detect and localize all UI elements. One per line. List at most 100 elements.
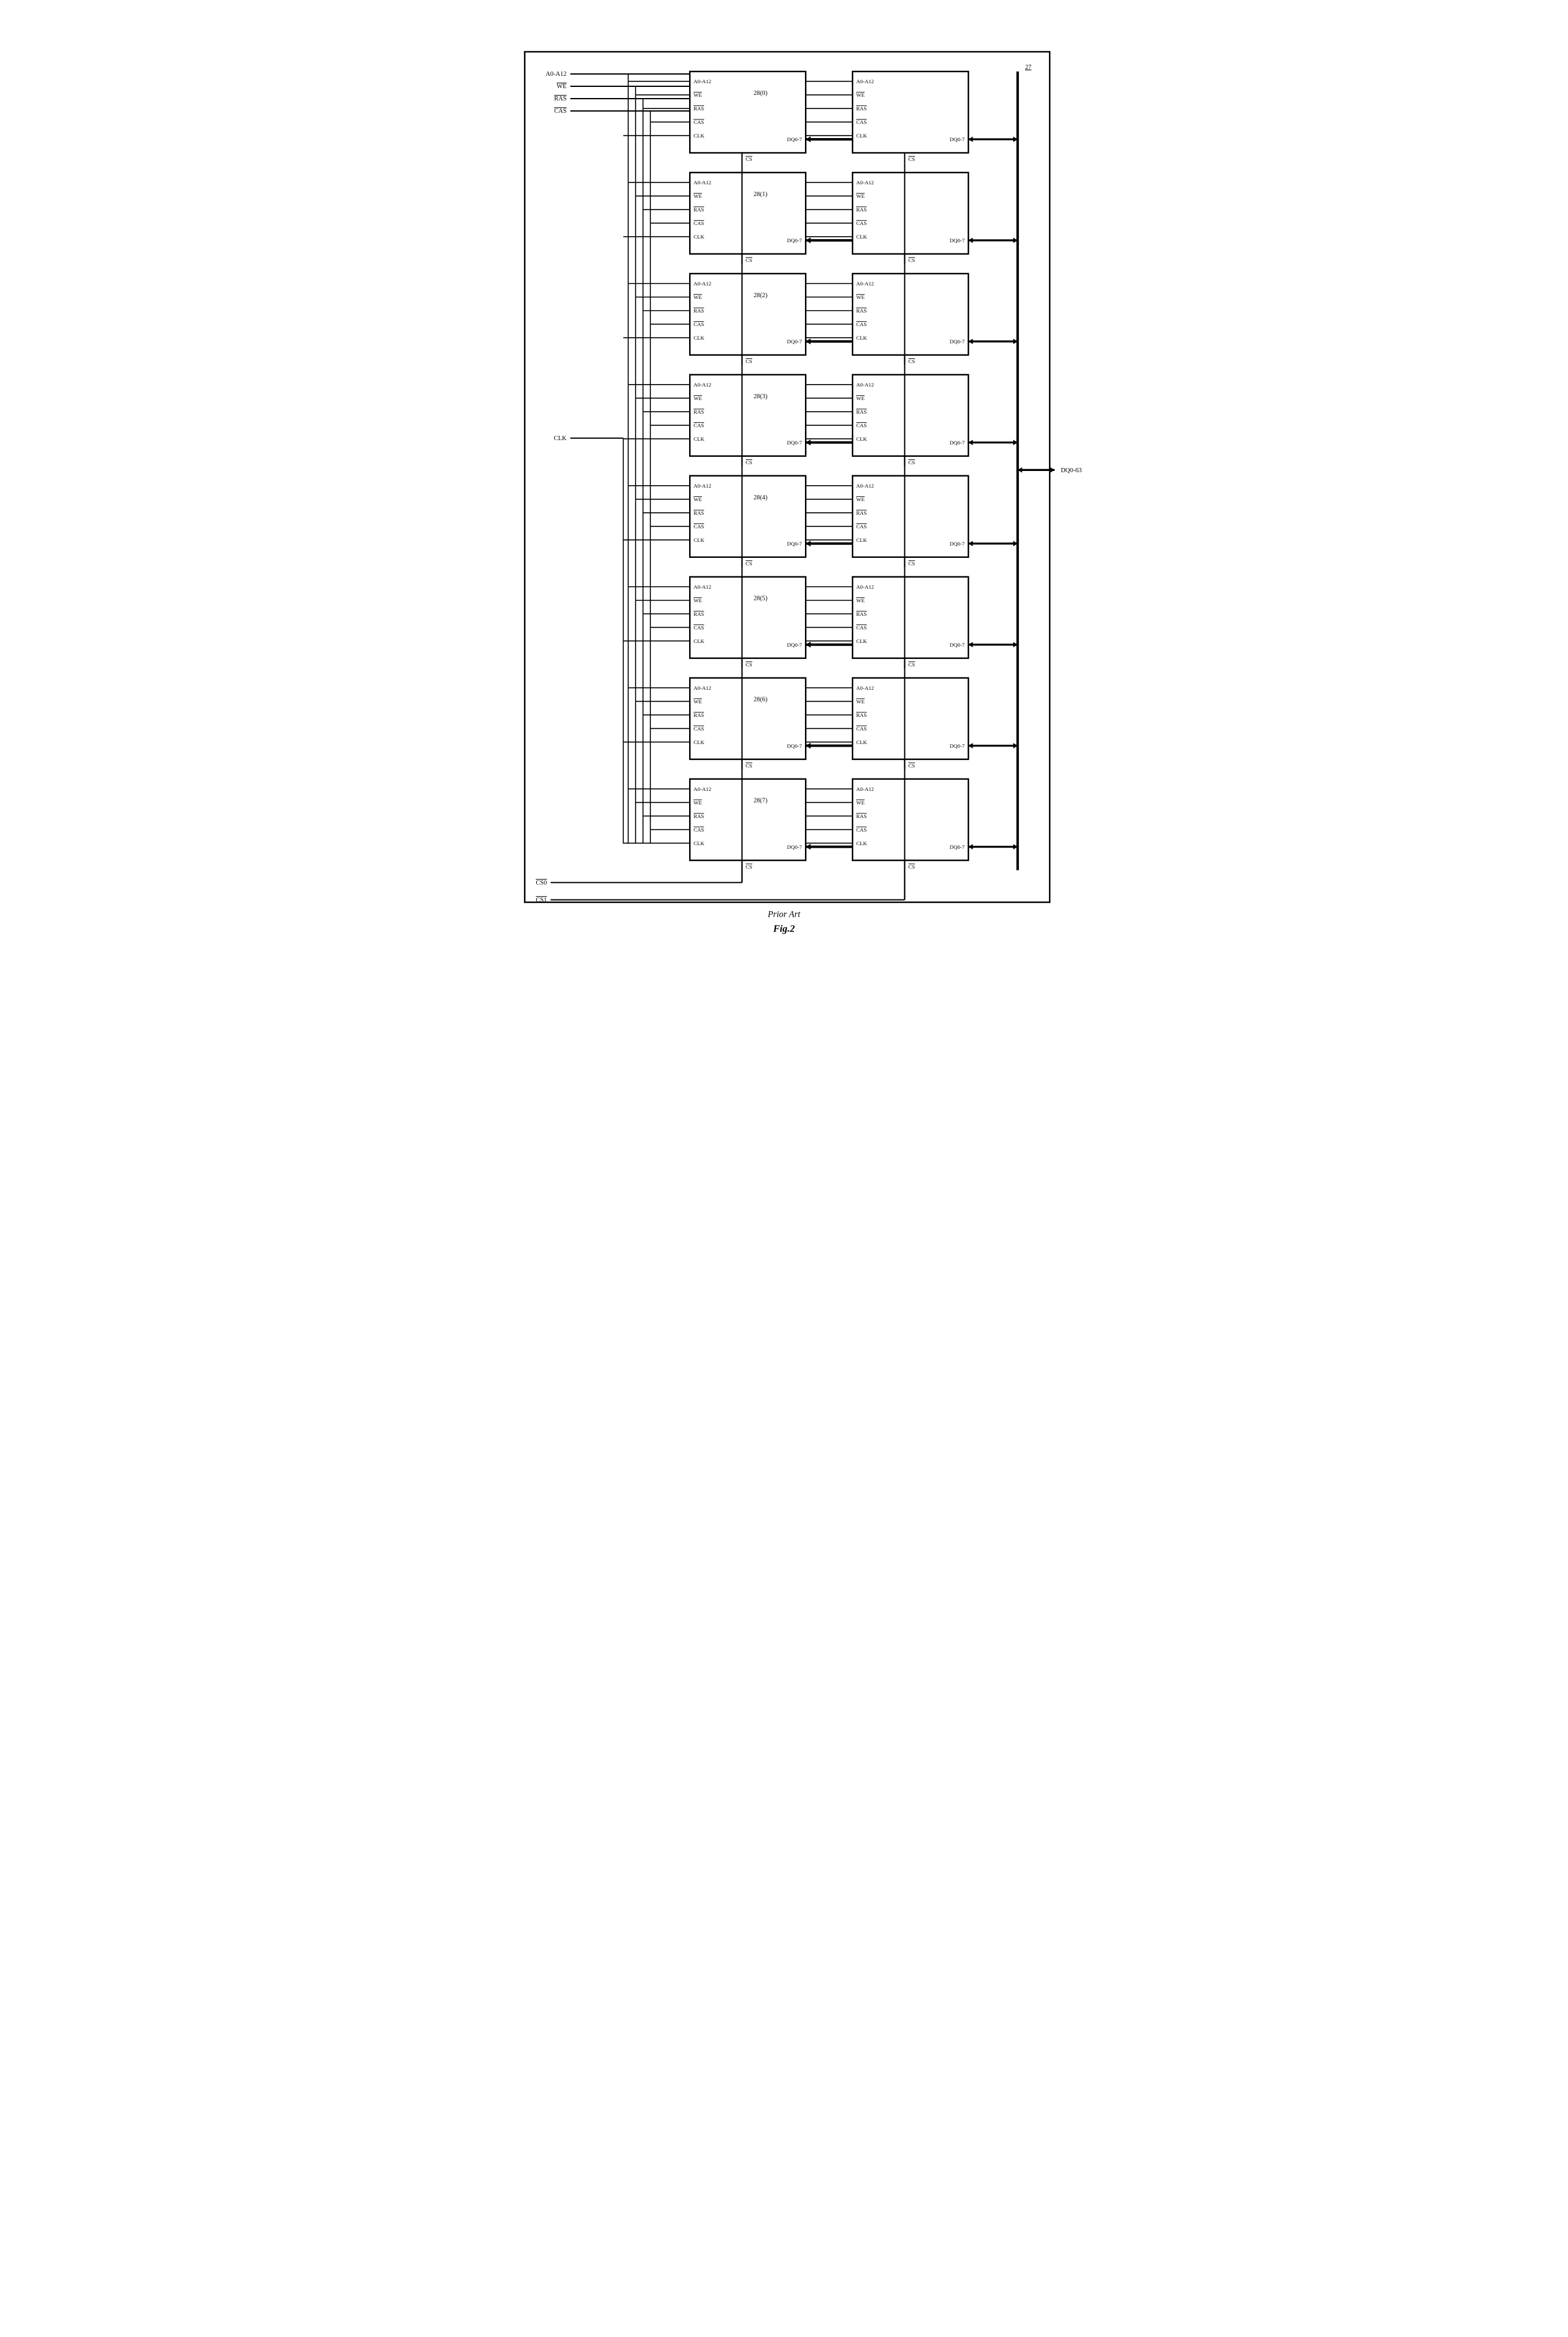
svg-text:WE: WE <box>693 496 702 502</box>
svg-text:WE: WE <box>693 597 702 604</box>
dq-label: DQ0-7 <box>787 237 802 244</box>
svg-text:WE: WE <box>856 597 865 604</box>
svg-text:WE: WE <box>856 800 865 806</box>
chip-b-0: CSA0-A12WERASCASCLKDQ0-7 <box>852 72 968 163</box>
svg-text:WE: WE <box>693 698 702 705</box>
svg-text:CLK: CLK <box>856 638 867 644</box>
svg-text:RAS: RAS <box>856 510 867 516</box>
chip-b-3: CSA0-A12WERASCASCLKDQ0-7 <box>852 375 968 466</box>
cs-label: CS <box>909 661 915 668</box>
svg-text:RAS: RAS <box>856 207 867 213</box>
svg-text:CLK: CLK <box>693 133 704 139</box>
svg-text:CAS: CAS <box>856 827 867 833</box>
svg-text:A0-A12: A0-A12 <box>856 584 874 590</box>
svg-text:CAS: CAS <box>856 119 867 125</box>
svg-text:CAS: CAS <box>693 321 704 327</box>
svg-text:RAS: RAS <box>693 105 704 112</box>
svg-text:CLK: CLK <box>693 436 704 442</box>
dq-label: DQ0-7 <box>787 440 802 446</box>
svg-text:A0-A12: A0-A12 <box>856 786 874 792</box>
svg-text:RAS: RAS <box>856 813 867 819</box>
svg-text:CLK: CLK <box>693 638 704 644</box>
svg-text:RAS: RAS <box>693 510 704 516</box>
svg-text:WE: WE <box>856 496 865 502</box>
ref-number: 27 <box>1025 64 1031 71</box>
svg-text:A0-A12: A0-A12 <box>693 584 711 590</box>
cs-label: CS <box>746 257 753 263</box>
svg-text:CLK: CLK <box>856 840 867 846</box>
svg-text:CLK: CLK <box>856 436 867 442</box>
svg-text:A0-A12: A0-A12 <box>856 78 874 84</box>
dq-label: DQ0-7 <box>787 642 802 648</box>
svg-text:A0-A12: A0-A12 <box>693 786 711 792</box>
svg-text:RAS: RAS <box>693 207 704 213</box>
svg-text:CAS: CAS <box>856 624 867 631</box>
svg-text:CAS: CAS <box>856 523 867 530</box>
dq-label: DQ0-7 <box>950 844 965 850</box>
svg-text:A0-A12: A0-A12 <box>856 685 874 691</box>
svg-text:CLK: CLK <box>856 234 867 240</box>
svg-text:RAS: RAS <box>856 712 867 718</box>
svg-text:A0-A12: A0-A12 <box>856 280 874 287</box>
chip-id: 28(3) <box>754 393 767 400</box>
cs-label: CS <box>909 560 915 567</box>
dq-label: DQ0-7 <box>787 743 802 749</box>
dq-label: DQ0-7 <box>787 136 802 142</box>
svg-text:A0-A12: A0-A12 <box>856 179 874 186</box>
svg-text:WE: WE <box>693 193 702 199</box>
svg-text:WE: WE <box>856 193 865 199</box>
dq-label: DQ0-7 <box>950 743 965 749</box>
svg-text:WE: WE <box>856 698 865 705</box>
dq-label: DQ0-7 <box>950 642 965 648</box>
svg-text:WE: WE <box>693 92 702 98</box>
dq-label: DQ0-7 <box>950 541 965 547</box>
cs-label: CS <box>909 156 915 162</box>
svg-text:A0-A12: A0-A12 <box>693 483 711 489</box>
dq-bus-label: DQ0-63 <box>1061 467 1082 474</box>
chip-b-4: CSA0-A12WERASCASCLKDQ0-7 <box>852 476 968 567</box>
svg-text:CAS: CAS <box>693 523 704 530</box>
chip-id: 28(6) <box>754 697 767 703</box>
cs-label: CS <box>909 257 915 263</box>
dq-label: DQ0-7 <box>950 440 965 446</box>
svg-text:A0-A12: A0-A12 <box>856 483 874 489</box>
svg-text:CLK: CLK <box>693 335 704 341</box>
svg-text:CAS: CAS <box>693 624 704 631</box>
ext-cs0: CS0 <box>536 880 547 886</box>
svg-text:RAS: RAS <box>693 409 704 415</box>
svg-text:RAS: RAS <box>693 712 704 718</box>
cs-label: CS <box>909 358 915 364</box>
svg-text:CAS: CAS <box>856 422 867 428</box>
svg-text:WE: WE <box>693 800 702 806</box>
cs-label: CS <box>746 459 753 465</box>
svg-text:A0-A12: A0-A12 <box>856 382 874 388</box>
cs-label: CS <box>746 763 753 769</box>
svg-text:RAS: RAS <box>693 611 704 617</box>
svg-text:CAS: CAS <box>693 119 704 125</box>
svg-text:CLK: CLK <box>693 234 704 240</box>
cs-label: CS <box>909 763 915 769</box>
svg-text:CAS: CAS <box>856 220 867 226</box>
dq-label: DQ0-7 <box>950 338 965 345</box>
cs-label: CS <box>746 864 753 870</box>
chip-b-1: CS A0-A12 WE RAS CAS CLK DQ0-7 <box>852 173 968 264</box>
svg-text:RAS: RAS <box>856 105 867 112</box>
cs-label: CS <box>909 864 915 870</box>
svg-text:CLK: CLK <box>856 739 867 745</box>
svg-text:A0-A12: A0-A12 <box>693 685 711 691</box>
chip-b-6: CSA0-A12WERASCASCLKDQ0-7 <box>852 678 968 769</box>
svg-text:RAS: RAS <box>693 308 704 314</box>
dq-label: DQ0-7 <box>787 338 802 345</box>
dq-label: DQ0-7 <box>950 237 965 244</box>
svg-text:WE: WE <box>693 395 702 401</box>
cs-label: CS <box>746 358 753 364</box>
dq-label: DQ0-7 <box>787 541 802 547</box>
svg-text:CLK: CLK <box>856 133 867 139</box>
svg-text:CLK: CLK <box>693 739 704 745</box>
svg-text:RAS: RAS <box>856 409 867 415</box>
chip-id: 28(2) <box>754 292 767 299</box>
svg-text:CLK: CLK <box>693 537 704 543</box>
ext-ras: RAS <box>554 96 566 102</box>
ext-clk: CLK <box>554 435 567 442</box>
caption-prior-art: Prior Art <box>767 910 801 920</box>
